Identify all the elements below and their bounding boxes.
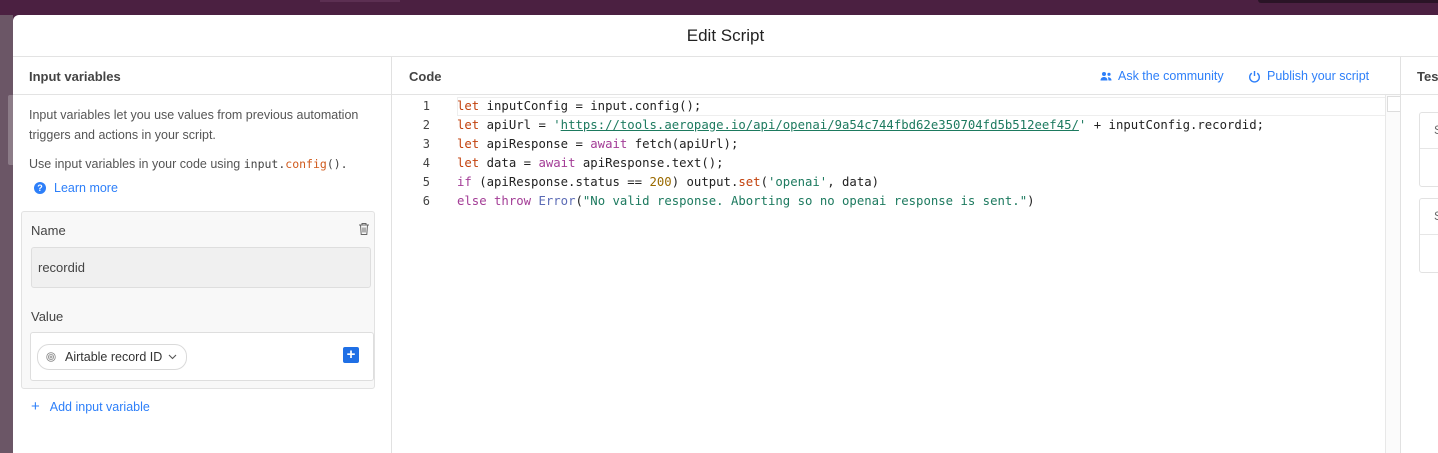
divider: [1420, 148, 1438, 149]
test-card-label: S: [1434, 123, 1438, 137]
usage-code-tail: ().: [326, 157, 348, 171]
usage-code-function: config: [285, 157, 327, 171]
usage-code: input.config().: [244, 157, 348, 171]
code-token: let: [457, 156, 480, 170]
test-panel: Tes S S: [1400, 57, 1438, 453]
input-variables-usage-text: Use input variables in your code using i…: [29, 157, 348, 171]
input-variables-heading: Input variables: [29, 69, 121, 84]
code-token: ) output.: [671, 175, 739, 189]
ask-community-label: Ask the community: [1118, 69, 1224, 83]
code-token: apiResponse =: [479, 137, 591, 151]
code-token: apiUrl =: [479, 118, 554, 132]
editor-scrollbar[interactable]: [1385, 95, 1401, 453]
code-token: data =: [479, 156, 539, 170]
test-card[interactable]: S: [1419, 112, 1438, 187]
dialog-header: Edit Script: [13, 15, 1438, 57]
code-token: apiResponse.text();: [575, 156, 724, 170]
chevron-down-icon: [168, 354, 177, 360]
test-panel-header: Tes: [1401, 57, 1438, 95]
input-variable-card: Name Value Airtable record ID: [21, 211, 375, 389]
code-token: 200: [649, 175, 672, 189]
test-card-label: S: [1434, 209, 1438, 223]
test-panel-heading: Tes: [1417, 69, 1438, 84]
edit-script-dialog: Edit Script Input variables Input variab…: [13, 15, 1438, 453]
test-card[interactable]: S: [1419, 198, 1438, 273]
code-token: else: [457, 194, 487, 208]
publish-script-label: Publish your script: [1267, 69, 1370, 83]
variable-value-label: Value: [31, 309, 64, 324]
input-variables-panel: Input variables Input variables let you …: [13, 57, 392, 453]
code-token: ): [1027, 194, 1035, 208]
code-token: Error: [538, 194, 576, 208]
line-number: 4: [422, 156, 430, 170]
code-line: let apiUrl = 'https://tools.aeropage.io/…: [457, 116, 1264, 135]
input-variables-help-text: Input variables let you use values from …: [29, 108, 359, 142]
code-token: inputConfig = input.config();: [479, 99, 702, 113]
help-circle-icon: ?: [34, 182, 46, 194]
code-heading: Code: [409, 69, 442, 84]
code-token: (: [575, 194, 583, 208]
usage-code-object: input.: [243, 157, 286, 171]
trash-icon[interactable]: [358, 222, 370, 236]
code-token: if: [457, 175, 472, 189]
line-number-gutter: 1 2 3 4 5 6: [392, 95, 448, 453]
code-token: set: [738, 175, 761, 189]
code-panel-header: Code Ask the community Publish your scri…: [392, 57, 1400, 95]
top-bar-fragment: [1258, 0, 1438, 3]
code-line: else throw Error("No valid response. Abo…: [457, 192, 1035, 211]
input-variables-header: Input variables: [13, 57, 391, 95]
top-bar-fragment: [320, 0, 400, 2]
line-number: 6: [422, 194, 430, 208]
ask-community-link[interactable]: Ask the community: [1100, 69, 1224, 83]
line-number: 1: [422, 99, 430, 113]
learn-more-label: Learn more: [54, 181, 118, 195]
add-input-variable-button[interactable]: + Add input variable: [31, 398, 150, 415]
line-number: 3: [422, 137, 430, 151]
code-editor[interactable]: 1 2 3 4 5 6 let inputConfig = input.conf…: [392, 95, 1401, 453]
variable-name-input[interactable]: [31, 247, 371, 288]
code-token: ': [553, 118, 561, 132]
background-sidebar: [0, 15, 13, 453]
code-line: let data = await apiResponse.text();: [457, 154, 724, 173]
dialog-title: Edit Script: [686, 26, 765, 45]
variable-name-label: Name: [31, 223, 66, 238]
code-token: throw: [494, 194, 532, 208]
editor-scrollbar-thumb[interactable]: [1387, 96, 1401, 112]
publish-script-link[interactable]: Publish your script: [1248, 69, 1369, 83]
code-token: , data): [827, 175, 880, 189]
learn-more-link[interactable]: ? Learn more: [34, 181, 118, 195]
code-token: "No valid response. Aborting so no opena…: [582, 194, 1028, 208]
code-line: if (apiResponse.status == 200) output.se…: [457, 173, 879, 192]
fingerprint-icon: [46, 352, 56, 362]
code-token: + inputConfig.recordid;: [1086, 118, 1265, 132]
code-token: (: [760, 175, 768, 189]
code-token: await: [538, 156, 576, 170]
value-token-pill[interactable]: Airtable record ID: [37, 344, 188, 370]
code-token: await: [590, 137, 628, 151]
code-token: fetch(apiUrl);: [627, 137, 739, 151]
code-token: (apiResponse.status ==: [471, 175, 650, 189]
add-input-variable-label: Add input variable: [49, 399, 150, 414]
variable-value-field[interactable]: Airtable record ID +: [30, 332, 374, 381]
code-token: let: [457, 99, 480, 113]
line-number: 5: [422, 175, 430, 189]
code-url-link[interactable]: https://tools.aeropage.io/api/openai/9a5…: [561, 118, 1079, 132]
value-token-label: Airtable record ID: [65, 350, 163, 364]
code-token: let: [457, 118, 480, 132]
app-top-bar: [0, 0, 1438, 15]
insert-value-button[interactable]: +: [343, 347, 359, 363]
line-number: 2: [422, 118, 430, 132]
plus-icon: +: [31, 398, 40, 415]
code-line: let inputConfig = input.config();: [457, 97, 701, 116]
code-line: let apiResponse = await fetch(apiUrl);: [457, 135, 738, 154]
publish-icon: [1249, 70, 1260, 83]
users-icon: [1100, 72, 1112, 81]
divider: [1420, 234, 1438, 235]
code-token: let: [457, 137, 480, 151]
usage-prefix: Use input variables in your code using: [29, 157, 244, 171]
code-token: 'openai': [767, 175, 828, 189]
